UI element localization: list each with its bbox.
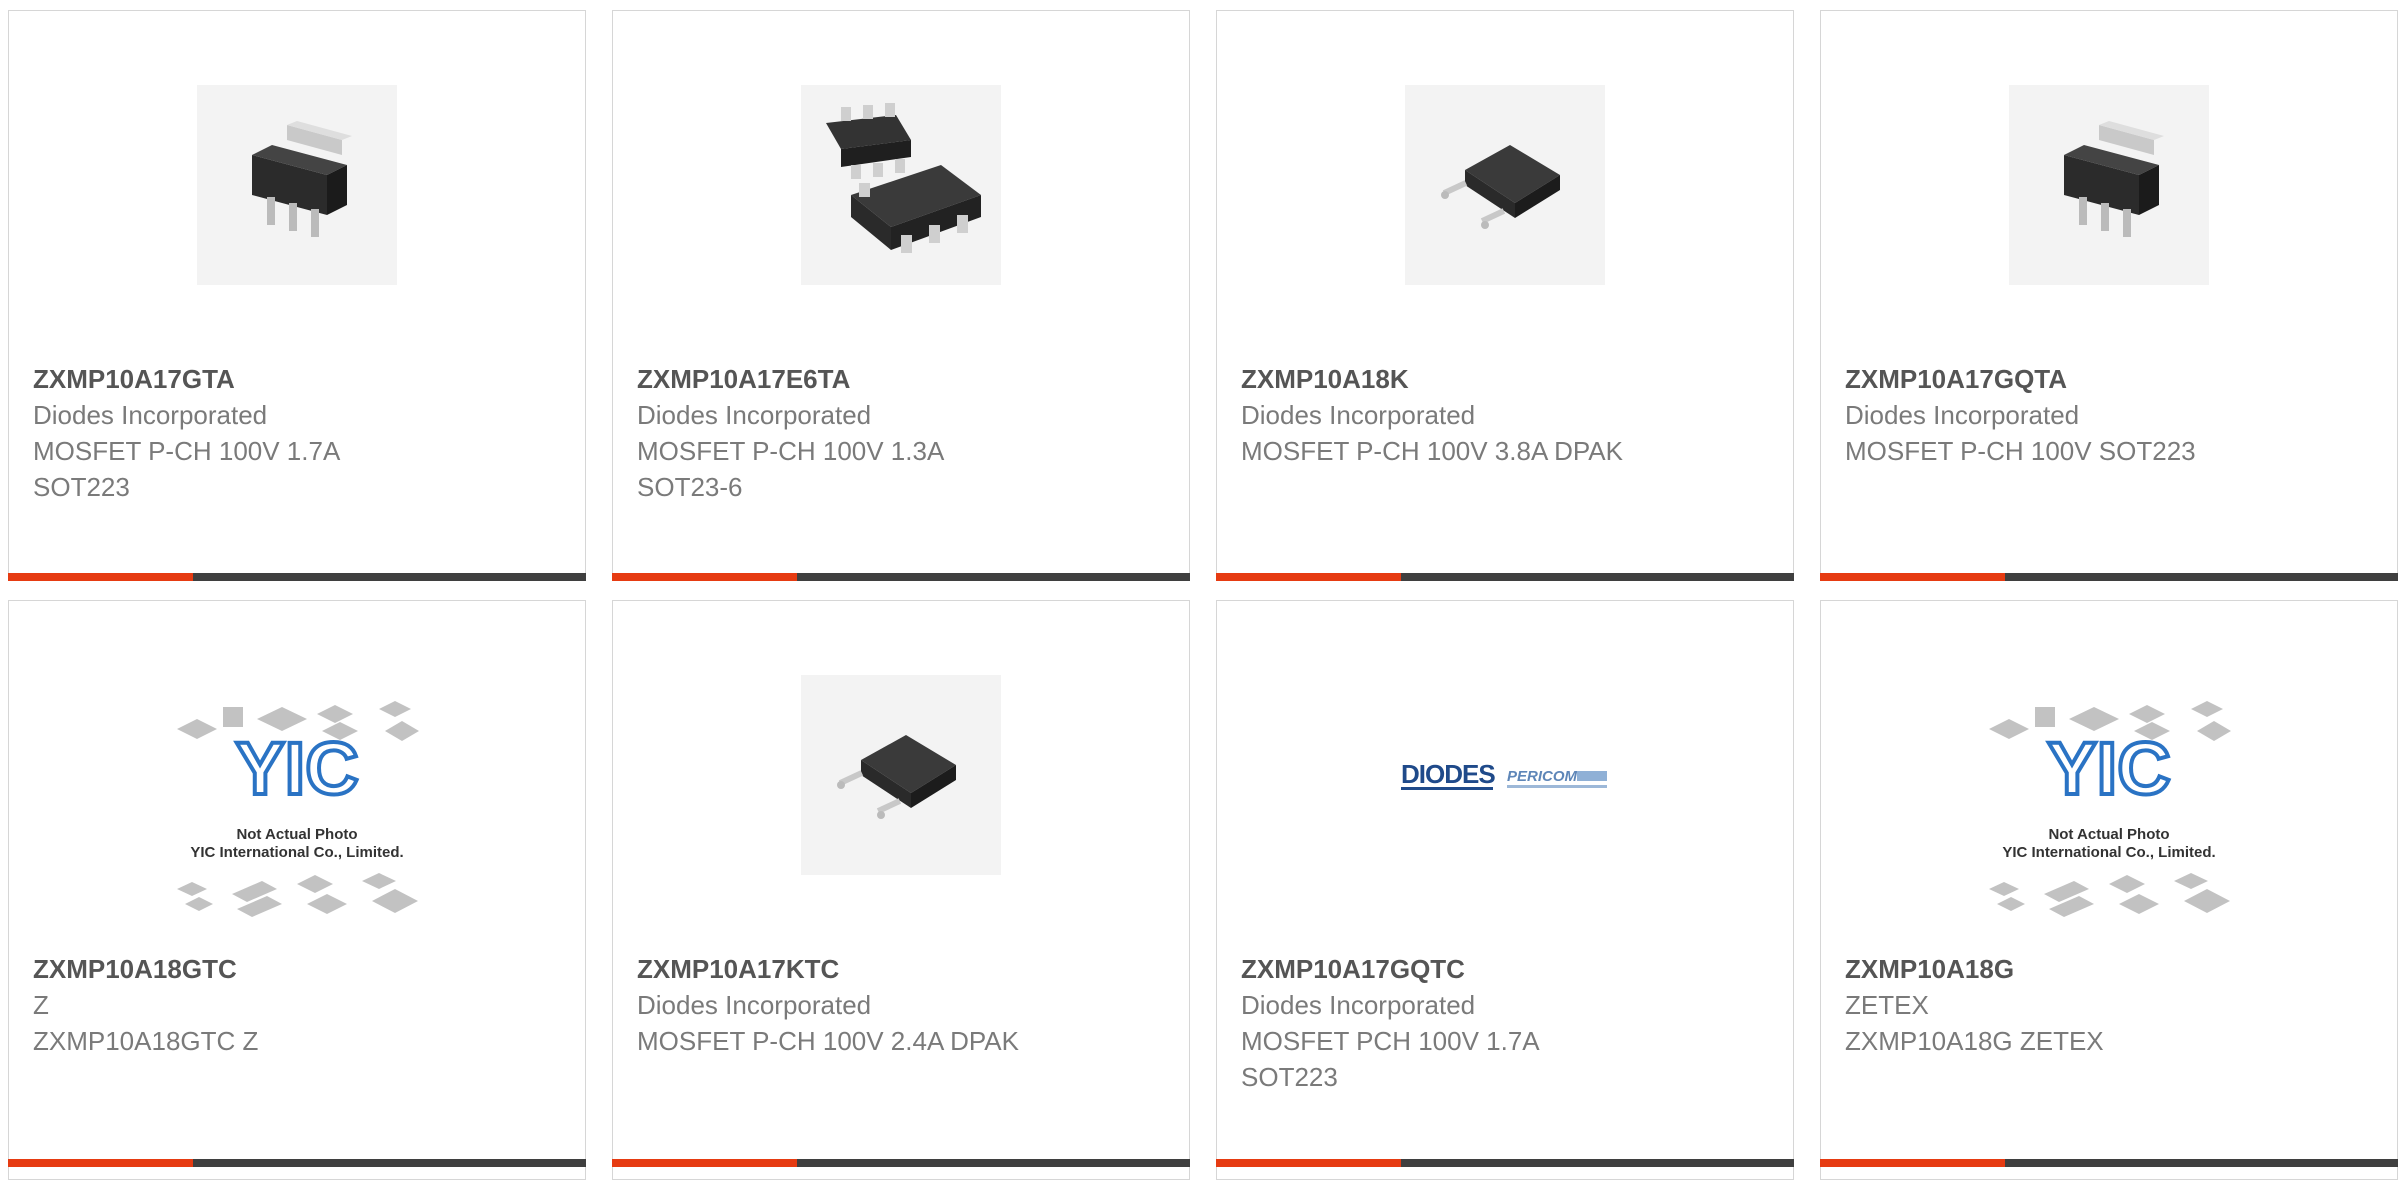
svg-text:PERICOM: PERICOM <box>1507 768 1578 785</box>
dpak-package-icon <box>1405 85 1605 285</box>
product-grid: ZXMP10A17GTA Diodes Incorporated MOSFET … <box>0 0 2400 1180</box>
product-card[interactable]: YIC Not Actual Photo YIC International C… <box>1820 600 2398 1180</box>
sot223-package-icon <box>2009 85 2209 285</box>
card-footer-accent <box>1216 1159 1401 1167</box>
card-footer-bar <box>612 573 1190 581</box>
description: ZXMP10A18GTC Z <box>33 1026 259 1056</box>
svg-text:Not Actual Photo: Not Actual Photo <box>236 826 357 843</box>
part-number[interactable]: ZXMP10A18GTC <box>33 951 565 987</box>
svg-text:YIC International Co., Limited: YIC International Co., Limited. <box>190 844 403 861</box>
product-card[interactable]: ZXMP10A17GQTA Diodes Incorporated MOSFET… <box>1820 10 2398 581</box>
manufacturer: Diodes Incorporated <box>637 990 872 1020</box>
description: ZXMP10A18G ZETEX <box>1845 1026 2104 1056</box>
card-footer-accent <box>612 573 797 581</box>
card-footer-accent <box>1820 1159 2005 1167</box>
description: MOSFET P-CH 100V 2.4A DPAK <box>637 1026 1019 1056</box>
manufacturer: Diodes Incorporated <box>33 400 268 430</box>
description: MOSFET P-CH 100V SOT223 <box>1845 436 2196 466</box>
card-footer-accent <box>8 573 193 581</box>
card-footer-bar <box>8 573 586 581</box>
diodes-pericom-logo-icon: DIODES PERICOM <box>1395 675 1615 875</box>
product-card[interactable]: ZXMP10A17GTA Diodes Incorporated MOSFET … <box>8 10 586 581</box>
card-footer-bar <box>1820 573 2398 581</box>
dpak-package-icon <box>801 675 1001 875</box>
card-footer-accent <box>1820 573 2005 581</box>
manufacturer: Diodes Incorporated <box>1241 400 1476 430</box>
part-number[interactable]: ZXMP10A17GQTC <box>1241 951 1773 987</box>
part-number[interactable]: ZXMP10A18G <box>1845 951 2377 987</box>
manufacturer: Diodes Incorporated <box>1241 990 1476 1020</box>
product-card[interactable]: ZXMP10A17KTC Diodes Incorporated MOSFET … <box>612 600 1190 1180</box>
part-number[interactable]: ZXMP10A18K <box>1241 361 1773 397</box>
product-card[interactable]: ZXMP10A18K Diodes Incorporated MOSFET P-… <box>1216 10 1794 581</box>
description: MOSFET P-CH 100V 1.3A SOT23-6 <box>637 436 945 502</box>
card-footer-bar <box>8 1159 586 1167</box>
product-card[interactable]: DIODES PERICOM ZXMP10A17GQTC Diodes Inco… <box>1216 600 1794 1180</box>
description: MOSFET PCH 100V 1.7A SOT223 <box>1241 1026 1540 1092</box>
card-footer-accent <box>8 1159 193 1167</box>
svg-text:DIODES: DIODES <box>1401 759 1495 789</box>
card-footer-bar <box>1216 1159 1794 1167</box>
not-actual-photo-icon: YIC Not Actual Photo YIC International C… <box>157 689 437 929</box>
manufacturer: Z <box>33 990 49 1020</box>
card-footer-bar <box>1820 1159 2398 1167</box>
card-footer-bar <box>1216 573 1794 581</box>
card-footer-bar <box>612 1159 1190 1167</box>
svg-text:YIC International Co., Limited: YIC International Co., Limited. <box>2002 844 2215 861</box>
svg-text:YIC: YIC <box>2047 727 2170 810</box>
description: MOSFET P-CH 100V 1.7A SOT223 <box>33 436 341 502</box>
card-footer-accent <box>1216 573 1401 581</box>
manufacturer: Diodes Incorporated <box>1845 400 2080 430</box>
not-actual-photo-icon: YIC Not Actual Photo YIC International C… <box>1969 689 2249 929</box>
part-number[interactable]: ZXMP10A17KTC <box>637 951 1169 987</box>
sot223-package-icon <box>197 85 397 285</box>
svg-text:YIC: YIC <box>235 727 358 810</box>
manufacturer: ZETEX <box>1845 990 1929 1020</box>
product-card[interactable]: ZXMP10A17E6TA Diodes Incorporated MOSFET… <box>612 10 1190 581</box>
part-number[interactable]: ZXMP10A17E6TA <box>637 361 1169 397</box>
card-footer-accent <box>612 1159 797 1167</box>
part-number[interactable]: ZXMP10A17GTA <box>33 361 565 397</box>
product-card[interactable]: YIC Not Actual Photo YIC International C… <box>8 600 586 1180</box>
manufacturer: Diodes Incorporated <box>637 400 872 430</box>
svg-text:Not Actual Photo: Not Actual Photo <box>2048 826 2169 843</box>
sot23-6-package-icon <box>801 85 1001 285</box>
description: MOSFET P-CH 100V 3.8A DPAK <box>1241 436 1623 466</box>
part-number[interactable]: ZXMP10A17GQTA <box>1845 361 2377 397</box>
